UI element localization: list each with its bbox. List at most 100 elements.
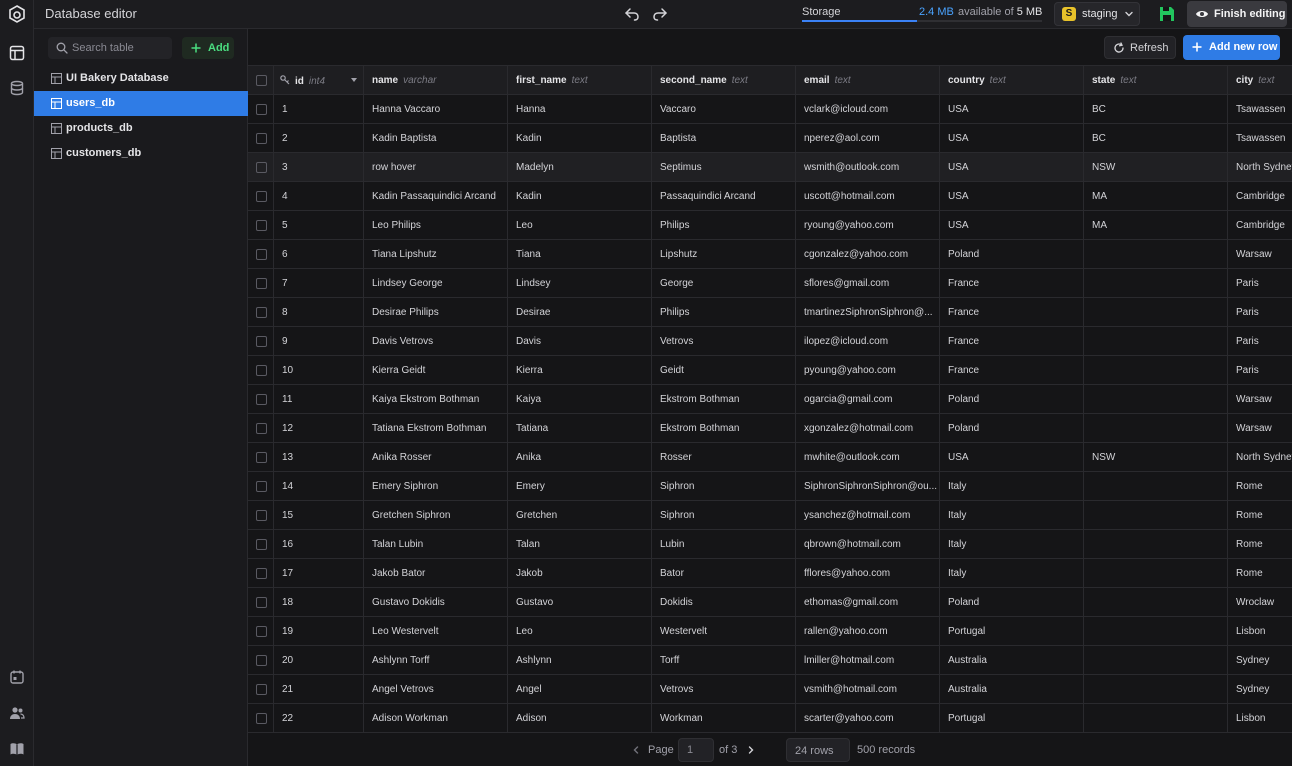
row-checkbox[interactable] [256,104,267,115]
database-icon[interactable] [8,79,26,97]
column-header-email[interactable]: email text [796,66,940,94]
sort-desc-icon[interactable] [350,76,358,84]
cell-country[interactable]: Italy [940,559,1084,587]
cell-country[interactable]: Portugal [940,617,1084,645]
refresh-button[interactable]: Refresh [1104,36,1176,59]
cell-email[interactable]: tmartinezSiphronSiphron@... [796,298,940,326]
cell-country[interactable]: Poland [940,588,1084,616]
cell-id[interactable]: 19 [274,617,364,645]
column-header-id[interactable]: id int4 [274,66,364,94]
cell-country[interactable]: Poland [940,414,1084,442]
cell-second-name[interactable]: George [652,269,796,297]
app-logo-icon[interactable] [8,5,26,23]
row-checkbox[interactable] [256,394,267,405]
cell-id[interactable]: 14 [274,472,364,500]
cell-second-name[interactable]: Lipshutz [652,240,796,268]
cell-city[interactable]: Cambridge [1228,211,1292,239]
cell-city[interactable]: Rome [1228,559,1292,587]
cell-city[interactable]: Lisbon [1228,704,1292,732]
cell-state[interactable]: BC [1084,124,1228,152]
cell-second-name[interactable]: Torff [652,646,796,674]
cell-email[interactable]: ysanchez@hotmail.com [796,501,940,529]
cell-email[interactable]: fflores@yahoo.com [796,559,940,587]
row-checkbox[interactable] [256,278,267,289]
cell-state[interactable] [1084,298,1228,326]
table-row[interactable]: 19 Leo Westervelt Leo Westervelt rallen@yaho… [248,617,1292,646]
search-table-input[interactable] [72,40,168,56]
chevron-right-icon[interactable] [745,744,757,756]
cell-id[interactable]: 8 [274,298,364,326]
row-checkbox[interactable] [256,162,267,173]
cell-first-name[interactable]: Leo [508,211,652,239]
cell-city[interactable]: Warsaw [1228,385,1292,413]
finish-editing-button[interactable]: Finish editing [1187,1,1287,27]
cell-email[interactable]: ethomas@gmail.com [796,588,940,616]
cell-second-name[interactable]: Philips [652,211,796,239]
calendar-icon[interactable] [8,668,26,686]
cell-state[interactable]: BC [1084,95,1228,123]
cell-city[interactable]: Warsaw [1228,240,1292,268]
users-icon[interactable] [8,704,26,722]
cell-country[interactable]: USA [940,443,1084,471]
cell-city[interactable]: Warsaw [1228,414,1292,442]
cell-first-name[interactable]: Gretchen [508,501,652,529]
cell-city[interactable]: North Sydney [1228,153,1292,181]
cell-country[interactable]: France [940,356,1084,384]
cell-first-name[interactable]: Kaiya [508,385,652,413]
row-checkbox[interactable] [256,191,267,202]
row-checkbox[interactable] [256,597,267,608]
cell-second-name[interactable]: Ekstrom Bothman [652,385,796,413]
cell-id[interactable]: 10 [274,356,364,384]
cell-id[interactable]: 13 [274,443,364,471]
add-table-button[interactable]: Add [182,37,234,59]
cell-second-name[interactable]: Philips [652,298,796,326]
table-row[interactable]: 1 Hanna Vaccaro Hanna Vaccaro vclark@icloud.… [248,95,1292,124]
cell-first-name[interactable]: Ashlynn [508,646,652,674]
cell-id[interactable]: 20 [274,646,364,674]
cell-email[interactable]: uscott@hotmail.com [796,182,940,210]
table-row[interactable]: 18 Gustavo Dokidis Gustavo Dokidis ethomas@g… [248,588,1292,617]
cell-second-name[interactable]: Septimus [652,153,796,181]
cell-country[interactable]: USA [940,182,1084,210]
table-row[interactable]: 6 Tiana Lipshutz Tiana Lipshutz cgonzalez@ya… [248,240,1292,269]
cell-city[interactable]: Paris [1228,298,1292,326]
table-row[interactable]: 10 Kierra Geidt Kierra Geidt pyoung@yahoo.co… [248,356,1292,385]
cell-id[interactable]: 3 [274,153,364,181]
cell-second-name[interactable]: Passaquindici Arcand [652,182,796,210]
cell-email[interactable]: nperez@aol.com [796,124,940,152]
cell-country[interactable]: France [940,269,1084,297]
cell-first-name[interactable]: Leo [508,617,652,645]
cell-email[interactable]: lmiller@hotmail.com [796,646,940,674]
cell-state[interactable] [1084,501,1228,529]
cell-second-name[interactable]: Bator [652,559,796,587]
cell-first-name[interactable]: Emery [508,472,652,500]
cell-email[interactable]: sflores@gmail.com [796,269,940,297]
cell-country[interactable]: France [940,298,1084,326]
table-row[interactable]: 7 Lindsey George Lindsey George sflores@gmai… [248,269,1292,298]
cell-id[interactable]: 17 [274,559,364,587]
cell-city[interactable]: Tsawassen [1228,95,1292,123]
cell-second-name[interactable]: Vetrovs [652,327,796,355]
column-header-state[interactable]: state text [1084,66,1228,94]
cell-state[interactable]: NSW [1084,443,1228,471]
cell-state[interactable]: MA [1084,211,1228,239]
cell-second-name[interactable]: Lubin [652,530,796,558]
cell-state[interactable] [1084,675,1228,703]
cell-id[interactable]: 4 [274,182,364,210]
cell-country[interactable]: USA [940,124,1084,152]
table-row[interactable]: 8 Desirae Philips Desirae Philips tmartinezS… [248,298,1292,327]
cell-name[interactable]: Hanna Vaccaro [364,95,508,123]
rows-per-page-select[interactable]: 24 rows [786,738,850,762]
cell-country[interactable]: Poland [940,385,1084,413]
table-row[interactable]: 4 Kadin Passaquindici Arcand Kadin Passaqui… [248,182,1292,211]
cell-email[interactable]: SiphronSiphronSiphron@ou... [796,472,940,500]
cell-email[interactable]: scarter@yahoo.com [796,704,940,732]
cell-name[interactable]: Tiana Lipshutz [364,240,508,268]
cell-first-name[interactable]: Desirae [508,298,652,326]
cell-email[interactable]: qbrown@hotmail.com [796,530,940,558]
column-header-first-name[interactable]: first_name text [508,66,652,94]
cell-state[interactable] [1084,530,1228,558]
row-checkbox[interactable] [256,684,267,695]
row-checkbox[interactable] [256,307,267,318]
cell-city[interactable]: Paris [1228,356,1292,384]
